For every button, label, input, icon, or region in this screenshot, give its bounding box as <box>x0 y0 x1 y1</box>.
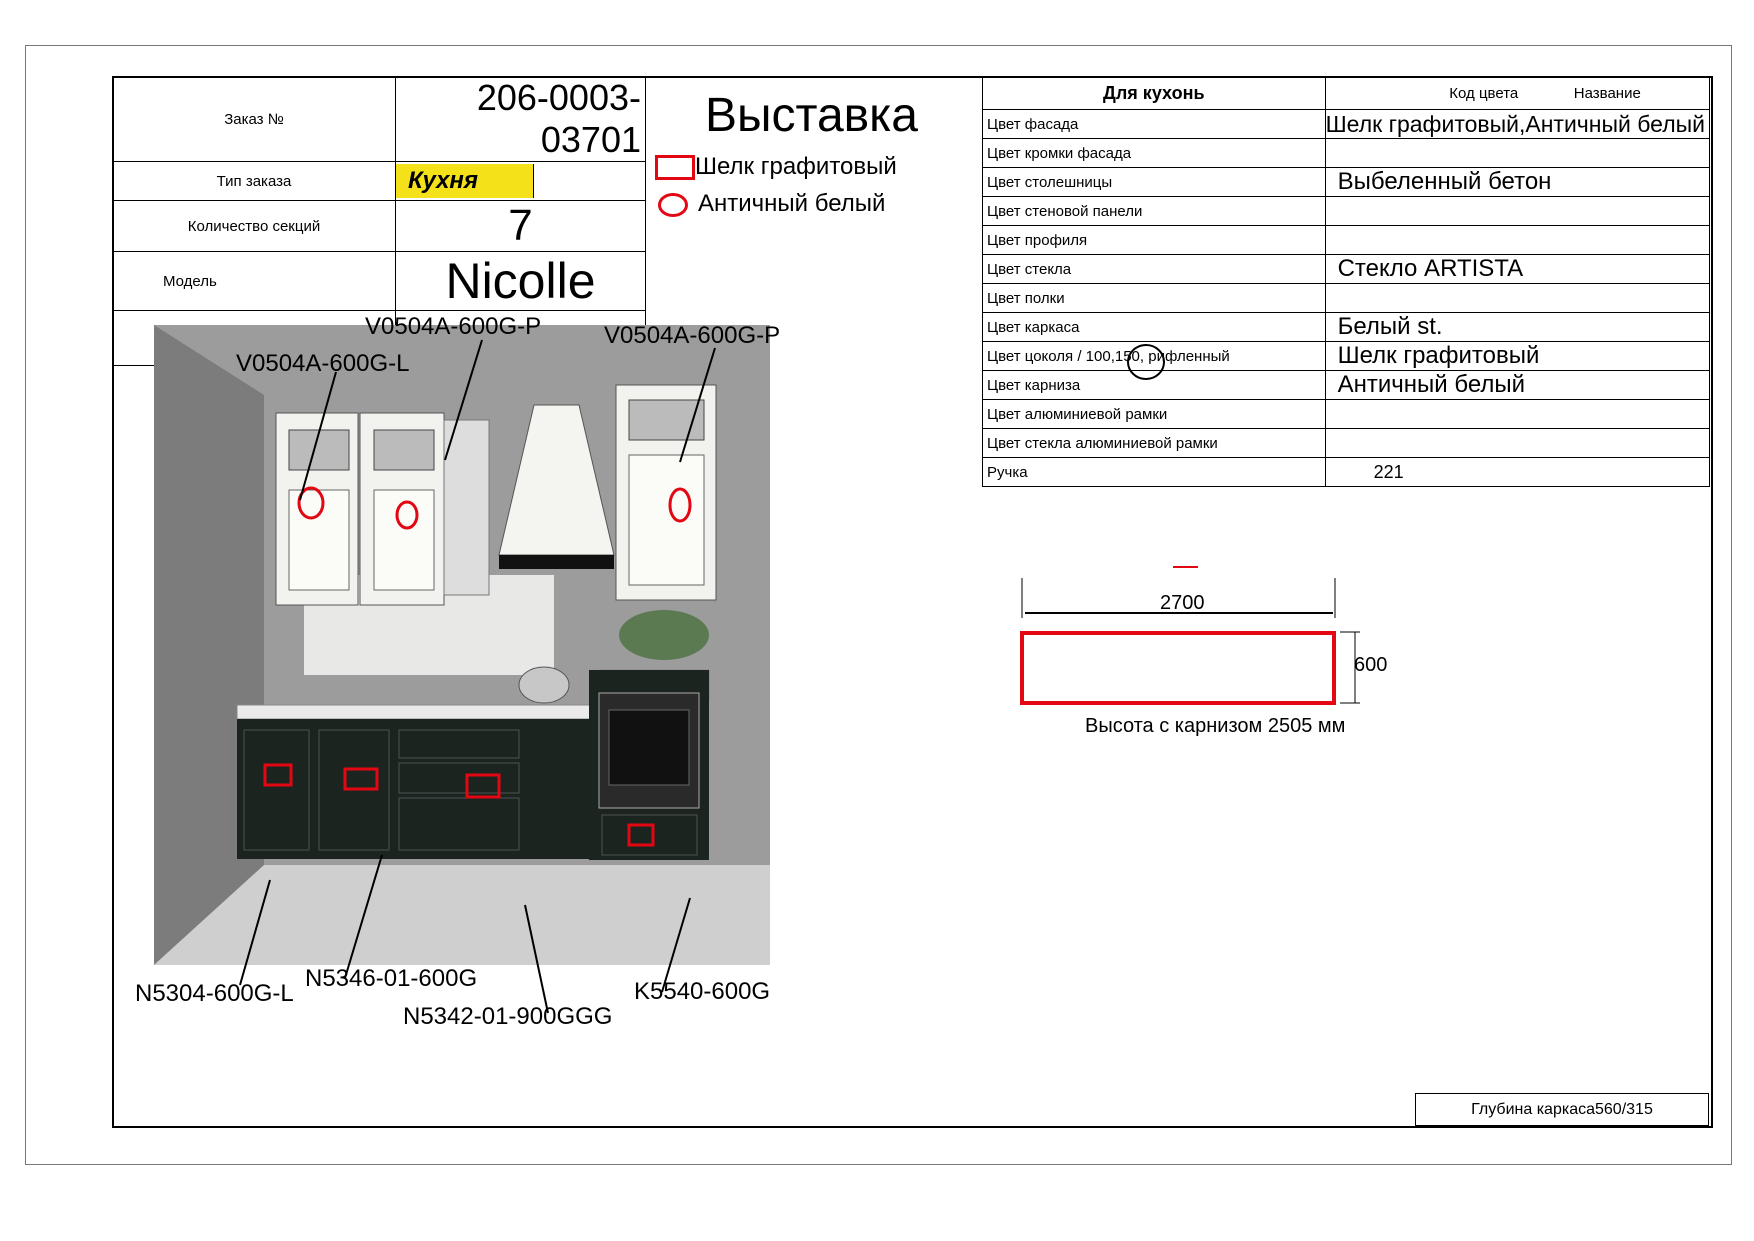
dim-depth-label: 600 <box>1354 654 1388 676</box>
plan-rectangle <box>1020 631 1336 705</box>
part-bot1: N5304-600G-L <box>135 980 294 1007</box>
part-bot2: N5346-01-600G <box>305 965 478 992</box>
frame-depth-value: 560/315 <box>1595 1100 1653 1118</box>
height-note: Высота с карнизом 2505 мм <box>1085 715 1346 737</box>
leader-top1 <box>299 371 337 501</box>
part-top1: V0504A-600G-L <box>236 350 410 377</box>
leader-bot1 <box>239 879 271 986</box>
leader-bot3 <box>524 904 549 1014</box>
dim-width-label: 2700 <box>1160 592 1205 614</box>
leader-top2 <box>444 339 483 461</box>
part-top2: V0504A-600G-P <box>365 313 542 340</box>
part-bot4: K5540-600G <box>634 978 771 1005</box>
leader-lines <box>239 339 1360 1014</box>
frame-depth-label: Глубина каркаса <box>1471 1100 1595 1118</box>
leader-bot2 <box>344 854 383 979</box>
part-bot3: N5342-01-900GGG <box>403 1003 613 1030</box>
spec-circle-mark <box>1127 344 1165 380</box>
part-top3: V0504A-600G-P <box>604 322 781 349</box>
frame-depth-box: Глубина каркаса 560/315 <box>1415 1093 1709 1126</box>
leader-top3 <box>679 347 716 463</box>
